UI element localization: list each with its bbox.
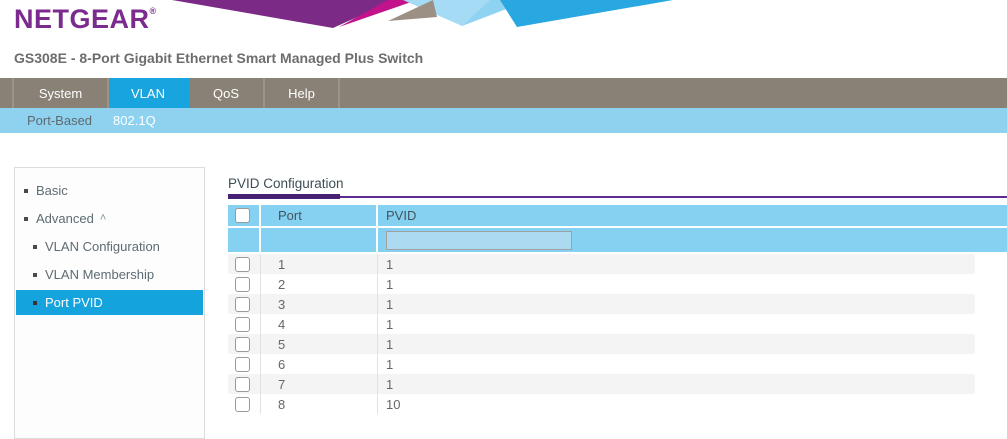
tab-system[interactable]: System (14, 78, 109, 108)
pvid-table: Port PVID 1 1 2 1 3 1 4 1 (228, 205, 1007, 414)
heading-rule-accent (228, 194, 340, 199)
bullet-icon (24, 189, 28, 193)
pvid-cell: 1 (378, 274, 975, 294)
row-checkbox[interactable] (235, 297, 250, 312)
tab-qos[interactable]: QoS (189, 78, 265, 108)
sidebar-menu: Basic Advanced ˄ VLAN Configuration VLAN… (14, 167, 205, 439)
pvid-cell: 1 (378, 314, 975, 334)
registered-mark: ® (150, 6, 157, 16)
main-content: PVID Configuration Port PVID 1 1 2 1 3 (228, 176, 1007, 414)
pvid-cell: 1 (378, 254, 975, 274)
table-row: 6 1 (228, 354, 975, 374)
port-cell: 7 (261, 374, 378, 394)
netgear-logo: NETGEAR® (14, 4, 157, 34)
section-heading: PVID Configuration (228, 176, 1007, 191)
page-title: GS308E - 8-Port Gigabit Ethernet Smart M… (14, 50, 423, 66)
port-cell: 1 (261, 254, 378, 274)
sidebar-item-advanced[interactable]: Advanced ˄ (16, 206, 203, 231)
row-checkbox[interactable] (235, 257, 250, 272)
port-cell: 4 (261, 314, 378, 334)
tab-vlan[interactable]: VLAN (109, 78, 189, 108)
port-cell: 8 (261, 394, 378, 414)
sidebar-item-basic[interactable]: Basic (16, 178, 203, 203)
row-checkbox[interactable] (235, 357, 250, 372)
row-checkbox[interactable] (235, 337, 250, 352)
column-header-pvid: PVID (378, 205, 1007, 226)
row-checkbox[interactable] (235, 317, 250, 332)
pvid-cell: 1 (378, 334, 975, 354)
table-header-row: Port PVID (228, 205, 1007, 228)
column-header-port: Port (261, 205, 378, 226)
sub-nav: Port-Based 802.1Q (0, 108, 1007, 133)
pvid-cell: 1 (378, 354, 975, 374)
port-cell: 2 (261, 274, 378, 294)
subnav-item-port-based[interactable]: Port-Based (27, 113, 92, 128)
sidebar-item-label: VLAN Configuration (45, 234, 160, 259)
row-checkbox[interactable] (235, 397, 250, 412)
table-row: 2 1 (228, 274, 975, 294)
row-checkbox[interactable] (235, 277, 250, 292)
main-nav: System VLAN QoS Help (0, 78, 1007, 108)
table-row: 4 1 (228, 314, 975, 334)
sidebar-item-label: Advanced (36, 206, 94, 231)
table-row: 8 10 (228, 394, 975, 414)
select-all-checkbox[interactable] (235, 208, 250, 223)
table-row: 3 1 (228, 294, 975, 314)
sidebar-item-vlan-membership[interactable]: VLAN Membership (16, 262, 203, 287)
port-cell: 3 (261, 294, 378, 314)
tab-help[interactable]: Help (265, 78, 340, 108)
pvid-input[interactable] (386, 231, 572, 250)
table-row: 1 1 (228, 254, 975, 274)
pvid-cell: 1 (378, 294, 975, 314)
table-edit-row (228, 228, 1007, 254)
sidebar-item-label: Basic (36, 178, 68, 203)
pvid-cell: 10 (378, 394, 975, 414)
table-row: 5 1 (228, 334, 975, 354)
chevron-up-icon: ˄ (100, 206, 106, 231)
heading-rule (228, 196, 1007, 198)
sidebar-item-port-pvid[interactable]: Port PVID (16, 290, 203, 315)
row-checkbox[interactable] (235, 377, 250, 392)
port-cell: 6 (261, 354, 378, 374)
nav-left-pad (0, 78, 14, 108)
port-cell: 5 (261, 334, 378, 354)
bullet-icon (33, 273, 37, 277)
subnav-item-8021q[interactable]: 802.1Q (113, 113, 156, 128)
bullet-icon (24, 217, 28, 221)
bullet-icon (33, 245, 37, 249)
sidebar-item-vlan-configuration[interactable]: VLAN Configuration (16, 234, 203, 259)
pvid-cell: 1 (378, 374, 975, 394)
table-row: 7 1 (228, 374, 975, 394)
sidebar-item-label: VLAN Membership (45, 262, 154, 287)
sidebar-item-label: Port PVID (45, 290, 103, 315)
bullet-icon (33, 301, 37, 305)
